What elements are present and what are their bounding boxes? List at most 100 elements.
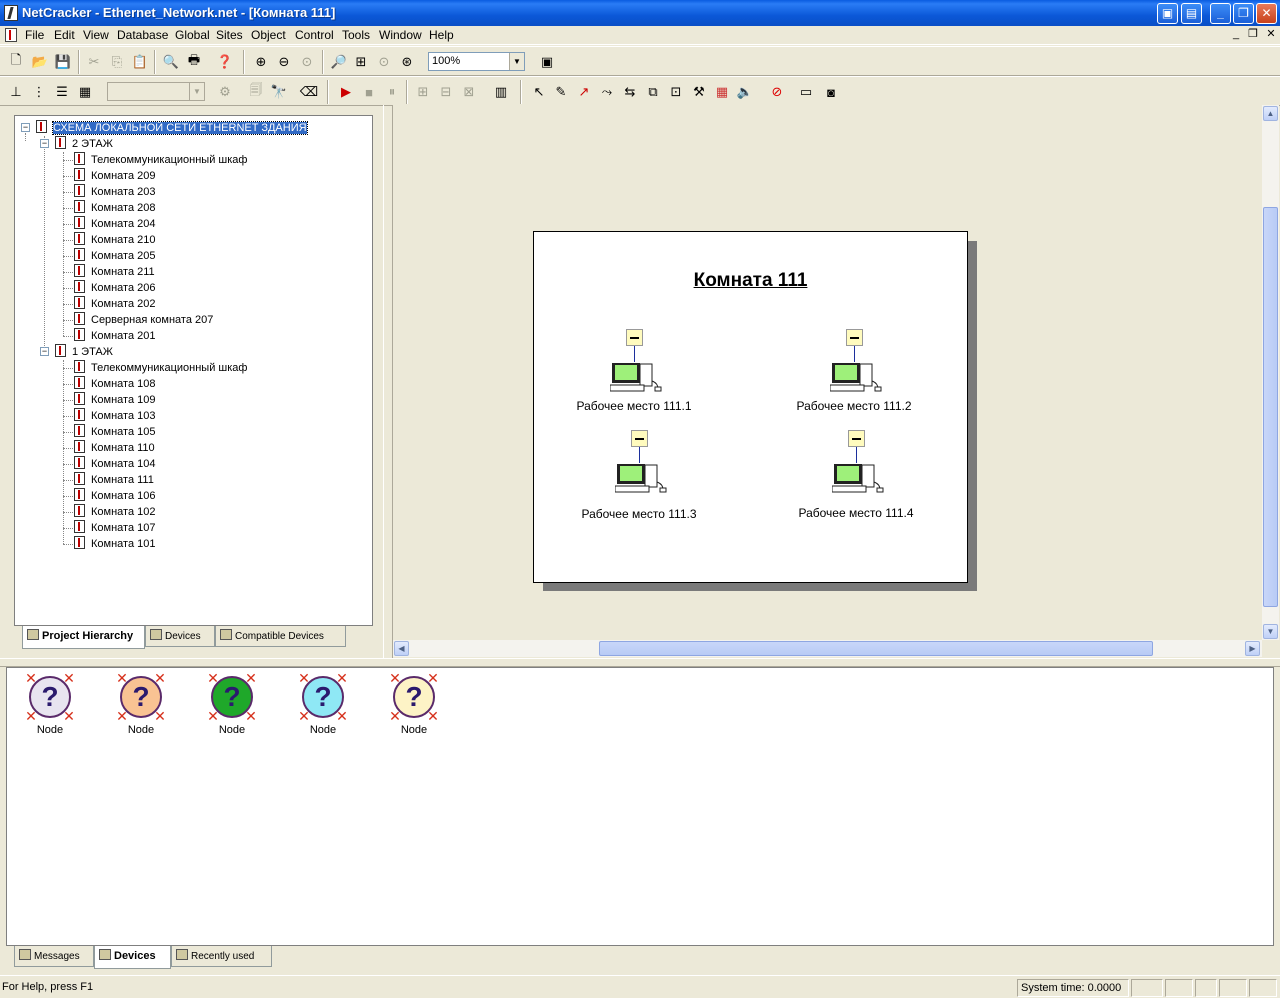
collapse-floor-1-icon[interactable]: − (40, 347, 49, 356)
tab-palette-devices[interactable]: Devices (94, 946, 171, 969)
tree-room-item[interactable]: Комната 204 (74, 216, 155, 232)
layer-select[interactable]: ▼ (107, 82, 205, 101)
find-icon[interactable]: 🔭 (268, 81, 290, 103)
view-icon[interactable]: ◙ (820, 81, 842, 103)
list-icon[interactable]: ☰ (51, 81, 73, 103)
link-icon[interactable]: ↗ (573, 81, 595, 103)
tab-compatible-devices[interactable]: Compatible Devices (215, 626, 346, 647)
document-icon[interactable] (5, 28, 17, 42)
tools-icon[interactable]: ⚒ (688, 81, 710, 103)
eraser-icon[interactable]: ⌫ (298, 81, 320, 103)
cut-icon[interactable]: ✂ (83, 51, 105, 73)
tree-room-item[interactable]: Комната 209 (74, 168, 155, 184)
network-icon[interactable]: ⧉ (642, 81, 664, 103)
room-sheet[interactable]: Комната 111 Рабочее место 111.1 Рабочее … (533, 231, 968, 583)
scroll-up-icon[interactable]: ▲ (1263, 106, 1278, 121)
mdi-minimize-button[interactable]: _ (1229, 28, 1243, 42)
traffic-icon[interactable]: ⇆ (619, 81, 641, 103)
vertical-scroll-thumb[interactable] (1263, 207, 1278, 607)
project-hierarchy-tree[interactable]: − СХЕМА ЛОКАЛЬНОЙ СЕТИ ETHERNET ЗДАНИЯ −… (14, 115, 373, 626)
tree-room-item[interactable]: Серверная комната 207 (74, 312, 213, 328)
menu-file[interactable]: File (25, 28, 44, 42)
context-help-icon[interactable]: ❓ (214, 51, 236, 73)
horizontal-scrollbar[interactable]: ◀ ▶ (393, 640, 1262, 657)
zoom-select[interactable]: 100% ▼ (428, 52, 525, 71)
vertical-scrollbar[interactable]: ▲ ▼ (1262, 105, 1279, 640)
grid-icon[interactable]: ▦ (711, 81, 733, 103)
pause-icon[interactable]: ⏸ (381, 81, 403, 103)
collapse-floor-2-icon[interactable]: − (40, 139, 49, 148)
details-icon[interactable]: ▦ (74, 81, 96, 103)
chevron-down-icon[interactable]: ▼ (189, 83, 204, 100)
open-icon[interactable]: 📂 (29, 51, 51, 73)
help-title-button[interactable]: ▣ (1157, 3, 1178, 24)
print-icon[interactable]: 🖶 (183, 51, 205, 73)
tree-room-item[interactable]: Комната 110 (74, 440, 155, 456)
palette-node[interactable]: ? ✕ ✕ ✕ ✕ Node (293, 671, 353, 738)
palette-node[interactable]: ? ✕ ✕ ✕ ✕ Node (384, 671, 444, 738)
scroll-right-icon[interactable]: ▶ (1245, 641, 1260, 656)
hierarchy-icon[interactable]: ⋮ (28, 81, 50, 103)
tree-room-item[interactable]: Комната 101 (74, 536, 155, 552)
scroll-down-icon[interactable]: ▼ (1263, 624, 1278, 639)
tab-recently-used[interactable]: Recently used (171, 946, 272, 967)
minimize-button[interactable]: _ (1210, 3, 1231, 24)
tab-messages[interactable]: Messages (14, 946, 94, 967)
tree-room-item[interactable]: Комната 111 (74, 472, 154, 488)
properties-icon[interactable]: ⚙ (214, 81, 236, 103)
tree-room-item[interactable]: Комната 109 (74, 392, 155, 408)
menu-view[interactable]: View (83, 28, 109, 42)
menu-object[interactable]: Object (251, 28, 286, 42)
tree-floor-2[interactable]: 2 ЭТАЖ (55, 136, 113, 152)
menu-control[interactable]: Control (295, 28, 334, 42)
window-icon[interactable]: ▭ (795, 81, 817, 103)
mdi-restore-button[interactable]: ❐ (1246, 28, 1260, 42)
palette-node[interactable]: ? ✕ ✕ ✕ ✕ Node (20, 671, 80, 738)
menu-edit[interactable]: Edit (54, 28, 75, 42)
pencil-icon[interactable]: ✎ (550, 81, 572, 103)
tab-devices[interactable]: Devices (145, 626, 215, 647)
workstation-111-1[interactable]: Рабочее место 111.1 (554, 329, 714, 419)
zoom-icon[interactable]: ⊙ (296, 51, 318, 73)
tree-room-item[interactable]: Комната 203 (74, 184, 155, 200)
tree-room-item[interactable]: Комната 104 (74, 456, 155, 472)
collapse-root-icon[interactable]: − (21, 123, 30, 132)
horizontal-splitter[interactable] (0, 658, 1280, 667)
menu-tools[interactable]: Tools (342, 28, 370, 42)
database-icon[interactable]: 🗐 (245, 81, 267, 103)
tree-room-item[interactable]: Комната 102 (74, 504, 155, 520)
zoom-previous-icon[interactable]: ⊙ (373, 51, 395, 73)
sound-icon[interactable]: 🔈 (734, 81, 756, 103)
select-cursor-icon[interactable]: ↖ (528, 81, 550, 103)
copy-icon[interactable]: ⎘ (106, 51, 128, 73)
tree-room-item[interactable]: Комната 107 (74, 520, 155, 536)
tree-room-item[interactable]: Комната 206 (74, 280, 155, 296)
tree-room-item[interactable]: Комната 108 (74, 376, 155, 392)
new-icon[interactable]: 🗋 (5, 51, 27, 73)
zoom-fit-icon[interactable]: ⊞ (350, 51, 372, 73)
scroll-left-icon[interactable]: ◀ (394, 641, 409, 656)
tree-floor-1[interactable]: 1 ЭТАЖ (55, 344, 113, 360)
context-title-button[interactable]: ▤ (1181, 3, 1202, 24)
menu-sites[interactable]: Sites (216, 28, 243, 42)
tree-room-item[interactable]: Комната 210 (74, 232, 155, 248)
tab-project-hierarchy[interactable]: Project Hierarchy (22, 626, 145, 649)
workstation-111-2[interactable]: Рабочее место 111.2 (774, 329, 934, 419)
paste-icon[interactable]: 📋 (129, 51, 151, 73)
link-check-icon[interactable]: ⤳ (596, 81, 618, 103)
zoom-window-icon[interactable]: 🔎 (328, 51, 350, 73)
close-button[interactable]: ✕ (1256, 3, 1277, 24)
menu-window[interactable]: Window (379, 28, 422, 42)
stop-icon[interactable]: ■ (358, 81, 380, 103)
tree-room-item[interactable]: Комната 105 (74, 424, 155, 440)
restore-button[interactable]: ❐ (1233, 3, 1254, 24)
print-preview-icon[interactable]: 🔍 (160, 51, 182, 73)
tree-room-item[interactable]: Телекоммуникационный шкаф (74, 152, 247, 168)
tree-room-item[interactable]: Комната 201 (74, 328, 155, 344)
tree-room-item[interactable]: Комната 211 (74, 264, 155, 280)
tree-room-item[interactable]: Комната 202 (74, 296, 155, 312)
save-icon[interactable]: 💾 (52, 51, 74, 73)
tree-view-icon[interactable]: ⊥ (5, 81, 27, 103)
tree-room-item[interactable]: Комната 106 (74, 488, 155, 504)
menu-database[interactable]: Database (117, 28, 168, 42)
